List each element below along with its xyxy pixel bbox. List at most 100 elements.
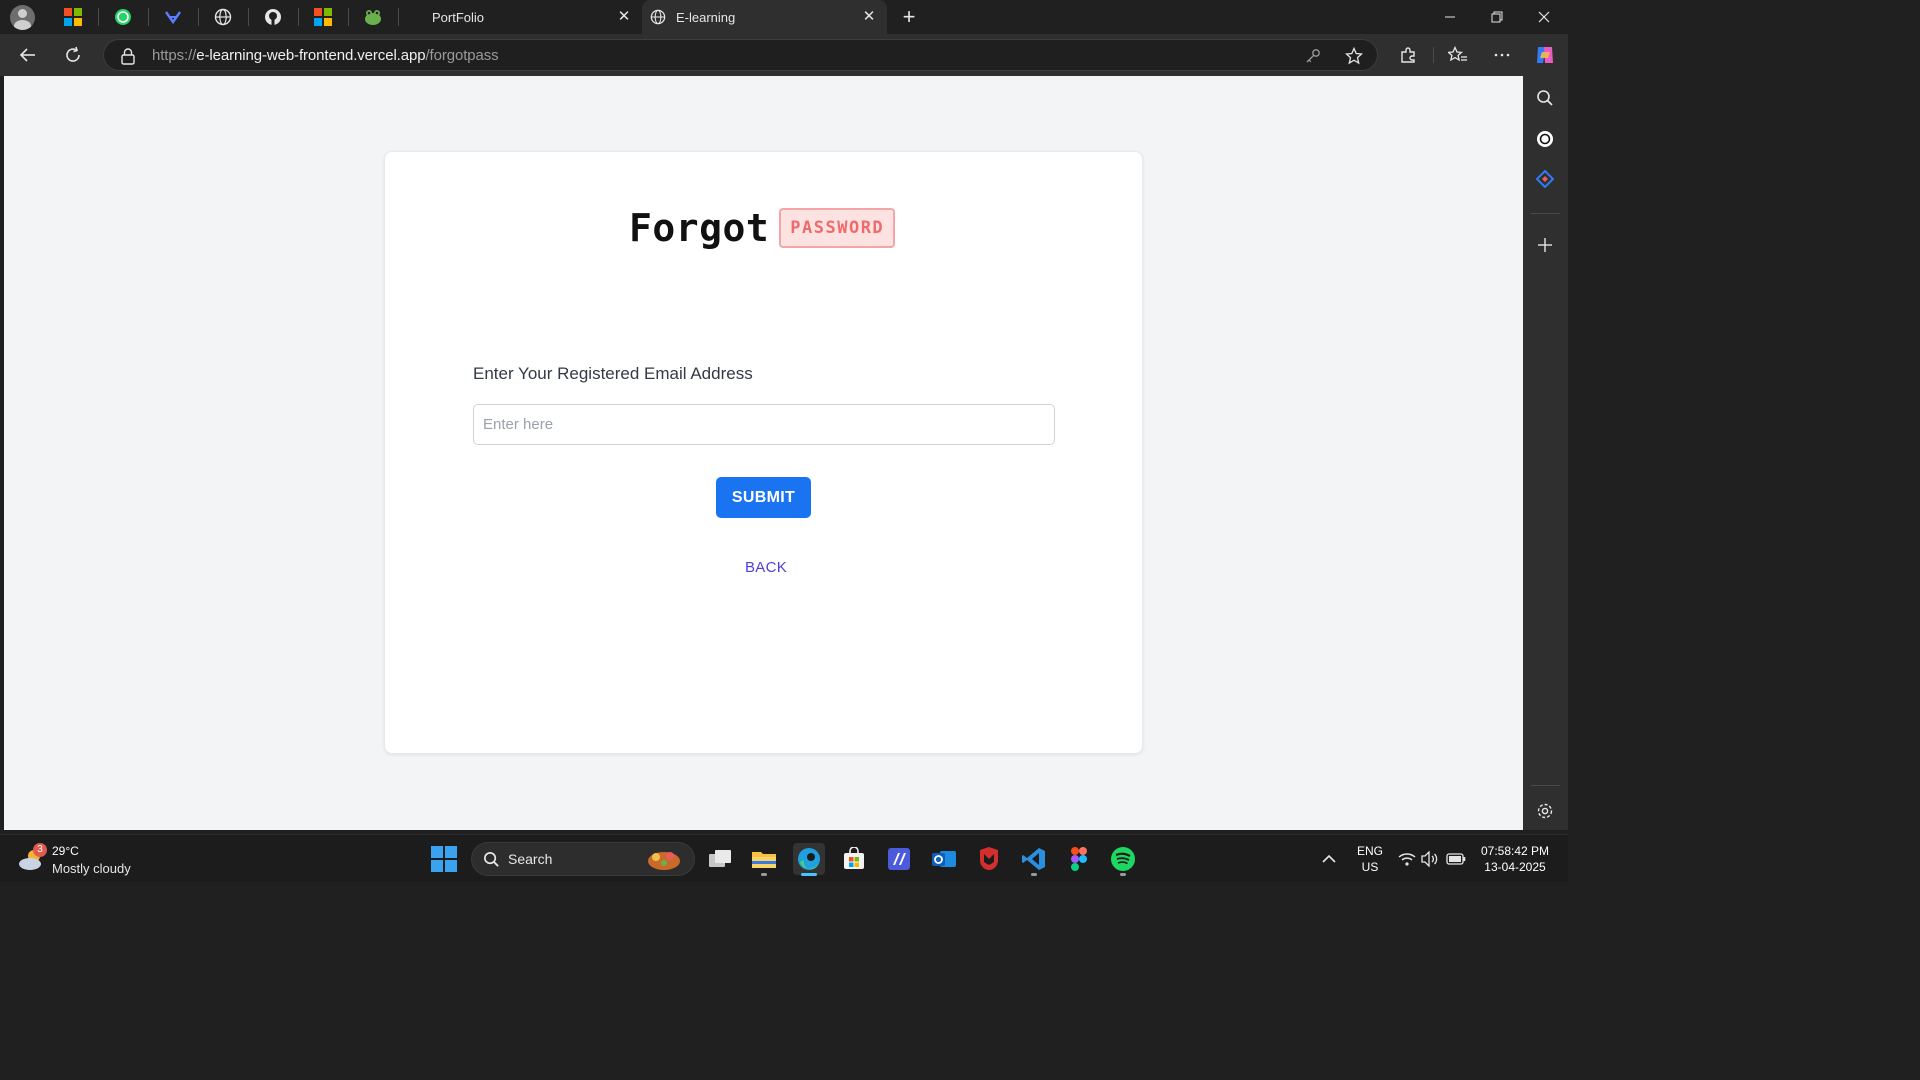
mcafee-shield-icon: [980, 847, 998, 870]
refresh-button[interactable]: [62, 44, 84, 66]
taskbar-figma[interactable]: [1063, 843, 1095, 875]
plus-icon: [1538, 238, 1552, 252]
address-bar[interactable]: https://e-learning-web-frontend.vercel.a…: [103, 39, 1378, 71]
search-highlight-icon: [648, 852, 680, 870]
search-icon: [484, 852, 499, 867]
tab-separator: [248, 8, 249, 26]
back-link[interactable]: BACK: [745, 559, 787, 576]
spotify-icon: [1111, 847, 1135, 871]
tab-title: E-learning: [676, 9, 736, 25]
page-title: Forgot PASSWORD: [629, 206, 896, 250]
app-logo-icon: [165, 11, 181, 25]
taskbar-store[interactable]: [838, 843, 870, 875]
taskbar-search[interactable]: Search: [471, 842, 695, 876]
store-bag-icon: [844, 847, 864, 869]
email-field-label: Enter Your Registered Email Address: [473, 364, 753, 383]
figma-icon: [1071, 847, 1087, 871]
extensions-button[interactable]: [1397, 44, 1419, 66]
url-prefix: https://: [152, 47, 197, 64]
profile-avatar-icon[interactable]: [10, 5, 35, 30]
submit-button[interactable]: SUBMIT: [716, 477, 811, 518]
volume-icon: [1421, 851, 1438, 867]
language-code: ENG: [1356, 844, 1383, 858]
weather-widget[interactable]: 3 29°C Mostly cloudy: [16, 841, 166, 877]
tab-title: PortFolio: [432, 9, 485, 25]
back-button[interactable]: [17, 44, 39, 66]
sidebar-add-button[interactable]: [1535, 235, 1555, 255]
taskbar-edge[interactable]: [793, 843, 825, 876]
more-button[interactable]: [1491, 44, 1513, 66]
pinned-tab-microsoft-store[interactable]: [63, 7, 83, 27]
sidebar-app-button[interactable]: [1535, 169, 1555, 189]
favorites-button[interactable]: [1447, 44, 1469, 66]
sidebar-divider: [1531, 785, 1560, 786]
volume-button[interactable]: [1420, 849, 1440, 869]
favorite-star-button[interactable]: [1344, 46, 1364, 66]
system-clock[interactable]: 07:58:42 PM 13-04-2025: [1472, 843, 1558, 875]
taskbar-file-explorer[interactable]: [748, 843, 780, 876]
close-tab-icon[interactable]: ✕: [616, 9, 632, 25]
refresh-icon: [66, 46, 80, 62]
tray-overflow-button[interactable]: [1319, 849, 1339, 869]
toolbar-separator: [1433, 47, 1434, 63]
whatsapp-icon: [115, 9, 131, 25]
lock-icon[interactable]: [120, 47, 136, 65]
minimize-button[interactable]: [1439, 6, 1461, 28]
taskbar-mcafee[interactable]: [973, 843, 1005, 875]
running-indicator: [1031, 873, 1037, 876]
clock-time: 07:58:42 PM: [1480, 844, 1550, 858]
vscode-icon: [1022, 848, 1045, 870]
minimize-icon: [1445, 16, 1455, 18]
copilot-button[interactable]: [1534, 44, 1556, 66]
new-tab-button[interactable]: +: [898, 6, 920, 28]
close-icon: [1538, 11, 1550, 23]
sidebar-chatgpt-button[interactable]: [1535, 129, 1555, 149]
url-path: /forgotpass: [425, 47, 499, 64]
sidebar-divider: [1531, 213, 1560, 214]
chevron-up-icon: [1322, 854, 1336, 863]
github-icon: [265, 9, 281, 25]
url-text: https://e-learning-web-frontend.vercel.a…: [152, 47, 499, 64]
more-icon: [1494, 53, 1510, 57]
windows-start-icon[interactable]: [431, 846, 457, 872]
pinned-tab-microsoft[interactable]: [313, 7, 333, 27]
star-icon: [1345, 47, 1363, 65]
edge-icon: [798, 848, 820, 870]
sidebar-settings-button[interactable]: [1535, 801, 1555, 821]
tab-e-learning[interactable]: E-learning ✕: [642, 0, 887, 34]
taskbar-vscode[interactable]: [1018, 843, 1050, 876]
search-label: Search: [508, 851, 553, 867]
pinned-tab-globe[interactable]: [213, 7, 233, 27]
close-tab-icon[interactable]: ✕: [861, 9, 877, 25]
restore-button[interactable]: [1486, 6, 1508, 28]
pinned-tab-whatsapp[interactable]: [113, 7, 133, 27]
sidebar-search-button[interactable]: [1535, 88, 1555, 108]
tab-portfolio[interactable]: PortFolio ✕: [420, 0, 642, 34]
close-window-button[interactable]: [1533, 6, 1555, 28]
taskbar-math-app[interactable]: [883, 843, 915, 875]
wifi-button[interactable]: [1397, 849, 1417, 869]
pinned-tab-game[interactable]: [363, 7, 383, 27]
input-language[interactable]: ENG US: [1356, 843, 1384, 875]
tab-separator: [148, 8, 149, 26]
chatgpt-icon: [1537, 131, 1553, 147]
taskbar-spotify[interactable]: [1107, 843, 1139, 876]
email-field[interactable]: [473, 404, 1055, 445]
url-host: e-learning-web-frontend.vercel.app: [196, 47, 426, 64]
globe-icon: [214, 8, 232, 26]
taskbar-outlook[interactable]: [928, 843, 960, 875]
browser-titlebar: PortFolio ✕ E-learning ✕ +: [0, 0, 1568, 34]
battery-button[interactable]: [1446, 849, 1466, 869]
pinned-tab-app[interactable]: [163, 7, 183, 27]
pinned-tab-github[interactable]: [263, 7, 283, 27]
taskbar-task-view[interactable]: [704, 843, 736, 875]
running-indicator: [1120, 873, 1126, 876]
tab-separator: [398, 8, 399, 26]
restore-icon: [1491, 11, 1503, 23]
diamond-app-icon: [1536, 170, 1554, 188]
frog-game-icon: [365, 10, 381, 25]
tab-separator: [198, 8, 199, 26]
password-key-button[interactable]: [1303, 46, 1323, 66]
globe-icon: [650, 9, 666, 25]
tab-separator: [298, 8, 299, 26]
